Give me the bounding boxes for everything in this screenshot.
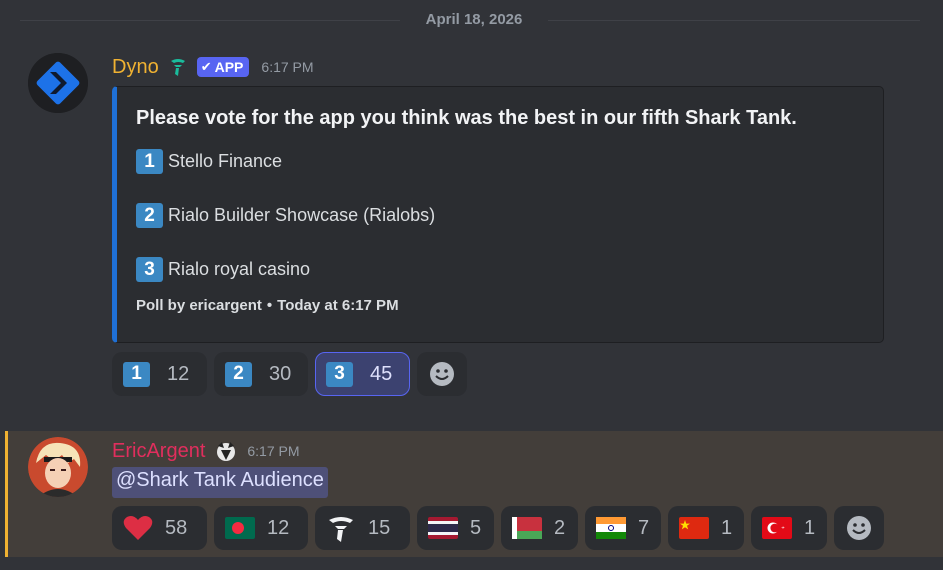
anime-avatar-icon xyxy=(28,437,88,497)
role-mention[interactable]: @Shark Tank Audience xyxy=(112,467,328,498)
flag-thailand-icon xyxy=(428,517,458,539)
reaction-count: 45 xyxy=(370,362,393,385)
poll-option: 1 Stello Finance xyxy=(136,149,282,174)
reaction-count: 7 xyxy=(638,516,650,539)
reaction-count: 12 xyxy=(167,362,190,385)
add-reaction-button[interactable] xyxy=(417,352,467,396)
reaction-heart[interactable]: 58 xyxy=(112,506,207,550)
dyno-avatar[interactable] xyxy=(28,53,88,113)
embed-title: Please vote for the app you think was th… xyxy=(136,107,797,129)
reaction-keycap-3[interactable]: 3 45 xyxy=(315,352,410,396)
dyno-reactions: 1 12 2 30 3 45 xyxy=(112,352,474,396)
reaction-count: 2 xyxy=(554,516,566,539)
poll-option: 2 Rialo Builder Showcase (Rialobs) xyxy=(136,203,435,228)
keycap-2-icon: 2 xyxy=(136,203,163,228)
flag-belarus-icon xyxy=(512,517,542,539)
reaction-count: 5 xyxy=(470,516,482,539)
reaction-flag-thailand[interactable]: 5 xyxy=(417,506,494,550)
ericargent-message-header: EricArgent 6:17 PM xyxy=(112,437,300,465)
flag-india-icon xyxy=(596,517,626,539)
cat-role-icon[interactable] xyxy=(215,440,237,462)
reaction-flag-india[interactable]: 7 xyxy=(585,506,661,550)
app-badge: ✔ APP xyxy=(196,57,250,77)
embed-footer-time: Today at 6:17 PM xyxy=(277,297,399,314)
dyno-logo-icon xyxy=(28,53,88,113)
hook-logo-icon xyxy=(326,513,356,543)
divider-line-right xyxy=(548,20,920,21)
date-divider: April 18, 2026 xyxy=(0,8,943,30)
check-icon: ✔ xyxy=(200,59,212,74)
reaction-count: 1 xyxy=(721,516,733,539)
reaction-flag-turkey[interactable]: 1 xyxy=(751,506,827,550)
embed-footer-author: Poll by ericargent xyxy=(136,297,262,314)
reaction-count: 12 xyxy=(267,516,290,539)
reaction-count: 30 xyxy=(269,362,292,385)
poll-option: 3 Rialo royal casino xyxy=(136,257,310,282)
ericargent-username[interactable]: EricArgent xyxy=(112,440,205,463)
ericargent-timestamp[interactable]: 6:17 PM xyxy=(247,443,299,459)
dyno-timestamp[interactable]: 6:17 PM xyxy=(261,59,313,75)
reaction-flag-bangladesh[interactable]: 12 xyxy=(214,506,308,550)
reaction-flag-belarus[interactable]: 2 xyxy=(501,506,578,550)
reaction-flag-china[interactable]: 1 xyxy=(668,506,744,550)
poll-option-label: Rialo Builder Showcase (Rialobs) xyxy=(168,205,436,225)
poll-embed: Please vote for the app you think was th… xyxy=(112,86,884,343)
ericargent-reactions: 58 12 15 5 2 7 1 1 xyxy=(112,506,891,550)
add-reaction-button[interactable] xyxy=(834,506,884,550)
flag-turkey-icon xyxy=(762,517,792,539)
app-badge-label: APP xyxy=(214,59,244,75)
heart-icon xyxy=(123,515,153,541)
poll-option-label: Rialo royal casino xyxy=(168,259,311,279)
reaction-keycap-2[interactable]: 2 30 xyxy=(214,352,308,396)
dyno-username[interactable]: Dyno xyxy=(112,56,159,79)
smiley-icon xyxy=(430,362,454,386)
flag-china-icon xyxy=(679,517,709,539)
keycap-3-icon: 3 xyxy=(326,361,353,387)
reaction-count: 1 xyxy=(804,516,816,539)
keycap-1-icon: 1 xyxy=(136,149,163,174)
flag-bangladesh-icon xyxy=(225,517,255,539)
keycap-2-icon: 2 xyxy=(225,361,252,387)
reaction-custom-hook[interactable]: 15 xyxy=(315,506,410,550)
divider-date: April 18, 2026 xyxy=(425,11,523,28)
divider-line-left xyxy=(20,20,400,21)
smiley-icon xyxy=(847,516,871,540)
poll-option-label: Stello Finance xyxy=(168,151,283,171)
ericargent-avatar[interactable] xyxy=(28,437,88,497)
embed-footer: Poll by ericargent • Today at 6:17 PM xyxy=(136,297,399,314)
reaction-keycap-1[interactable]: 1 12 xyxy=(112,352,207,396)
keycap-3-icon: 3 xyxy=(136,257,163,282)
keycap-1-icon: 1 xyxy=(123,361,150,387)
dyno-message-header: Dyno ✔ APP 6:17 PM xyxy=(112,53,314,81)
reaction-count: 58 xyxy=(165,516,188,539)
reaction-count: 15 xyxy=(368,516,391,539)
role-hook-icon[interactable] xyxy=(167,56,189,78)
